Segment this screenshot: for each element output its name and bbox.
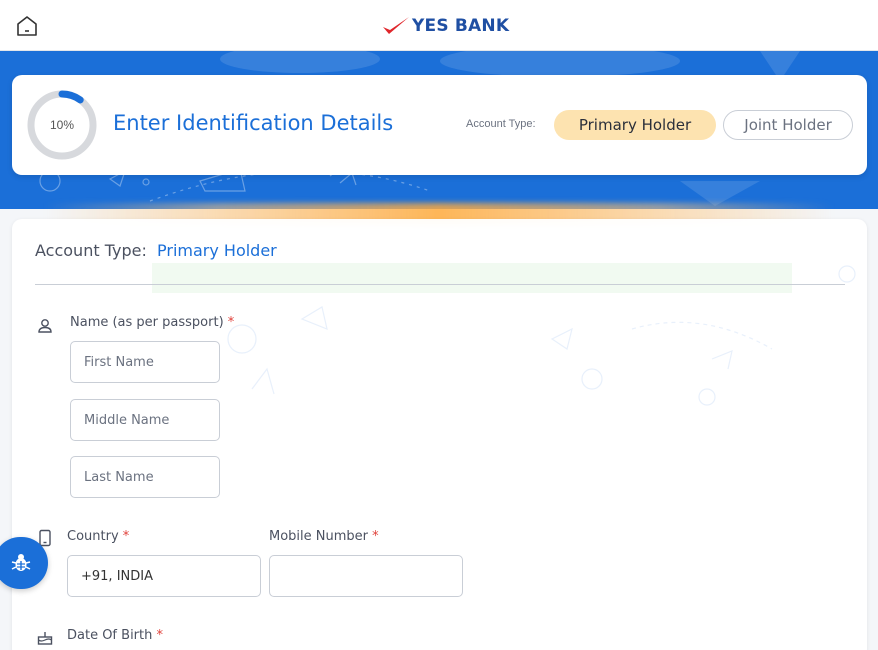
- dob-label-text: Date Of Birth: [67, 628, 153, 643]
- joint-holder-button[interactable]: Joint Holder: [723, 110, 853, 140]
- first-name-input[interactable]: First Name: [70, 341, 220, 383]
- account-type-label: Account Type:: [466, 118, 536, 130]
- person-icon: [38, 319, 52, 333]
- required-mark: *: [227, 315, 235, 330]
- country-label: Country *: [67, 529, 129, 544]
- bug-icon: [11, 554, 31, 571]
- name-label-text: Name (as per passport): [70, 315, 224, 330]
- required-mark: *: [122, 529, 130, 544]
- progress-percent: 10%: [49, 118, 75, 132]
- middle-name-input[interactable]: Middle Name: [70, 399, 220, 441]
- country-select[interactable]: +91, INDIA: [67, 555, 261, 597]
- country-label-text: Country: [67, 529, 119, 544]
- cake-icon: [37, 632, 53, 645]
- mobile-number-input[interactable]: [269, 555, 463, 597]
- required-mark: *: [372, 529, 379, 544]
- mobile-label-text: Mobile Number: [269, 529, 368, 544]
- page-title: Enter Identification Details: [113, 111, 394, 135]
- top-bar: YES BANK: [0, 0, 878, 51]
- mobile-label: Mobile Number *: [269, 529, 379, 544]
- progress-card: 10% Enter Identification Details Account…: [12, 75, 867, 175]
- account-type-row-label: Account Type:: [35, 241, 147, 260]
- yes-bank-logo[interactable]: YES BANK: [382, 13, 509, 39]
- name-label: Name (as per passport) *: [70, 315, 234, 330]
- divider: [35, 284, 845, 285]
- last-name-input[interactable]: Last Name: [70, 456, 220, 498]
- primary-holder-button[interactable]: Primary Holder: [554, 110, 716, 140]
- dob-label: Date Of Birth *: [67, 628, 163, 643]
- logo-text: YES BANK: [412, 16, 510, 36]
- account-type-row-value: Primary Holder: [157, 241, 277, 260]
- required-mark: *: [156, 628, 164, 643]
- home-icon[interactable]: [14, 14, 40, 38]
- form-card: Account Type: Primary Holder Name (as pe…: [12, 219, 867, 650]
